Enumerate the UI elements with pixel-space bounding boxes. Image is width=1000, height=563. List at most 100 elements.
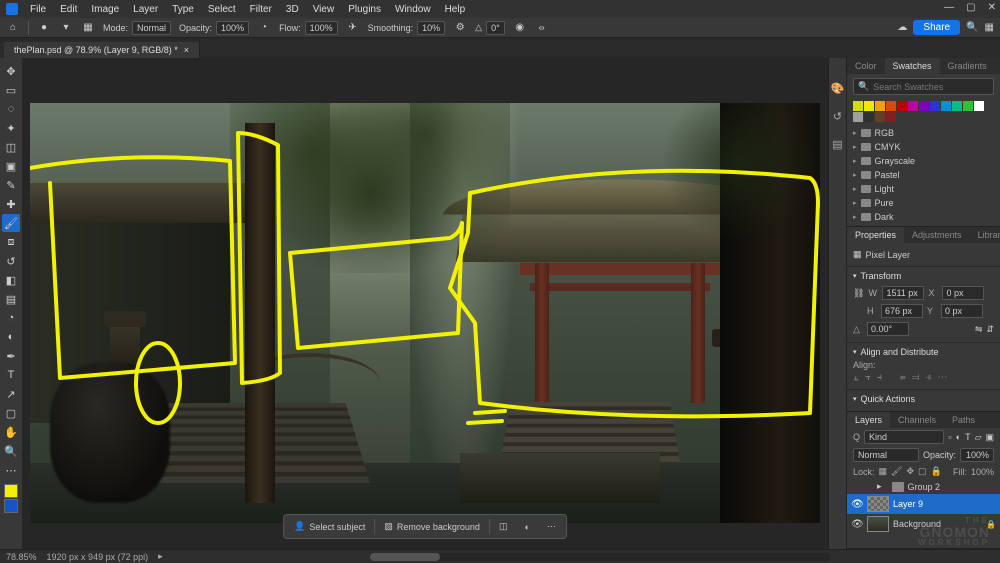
swatch-9[interactable] xyxy=(952,101,962,111)
tab-layers[interactable]: Layers xyxy=(847,412,890,428)
layer-row[interactable]: ▸ Group 2 xyxy=(847,479,1000,494)
swatch-11[interactable] xyxy=(974,101,984,111)
swatch-3[interactable] xyxy=(886,101,896,111)
swatch-12[interactable] xyxy=(853,112,863,122)
tool-stamp[interactable]: ⧈ xyxy=(2,233,20,251)
fill-value[interactable]: 100% xyxy=(971,467,994,477)
tab-swatches[interactable]: Swatches xyxy=(885,58,940,74)
layer-name[interactable]: Group 2 xyxy=(908,482,996,492)
swatch-4[interactable] xyxy=(897,101,907,111)
document-tab[interactable]: thePlan.psd @ 78.9% (Layer 9, RGB/8) * × xyxy=(4,42,200,58)
swatch-7[interactable] xyxy=(930,101,940,111)
transform-header[interactable]: Transform xyxy=(853,271,994,281)
tool-heal[interactable]: ✚ xyxy=(2,195,20,213)
symmetry-icon[interactable]: ⦵ xyxy=(535,21,549,35)
menu-layer[interactable]: Layer xyxy=(127,2,164,17)
tab-patterns[interactable]: Patterns xyxy=(995,58,1000,74)
window-maximize[interactable]: ▢ xyxy=(966,2,975,13)
layer-row[interactable]: 👁 Layer 9 xyxy=(847,494,1000,514)
menu-filter[interactable]: Filter xyxy=(244,2,278,17)
swatch-1[interactable] xyxy=(864,101,874,111)
swatch-folder-pure[interactable]: Pure xyxy=(847,196,1000,210)
quick-actions-header[interactable]: Quick Actions xyxy=(853,394,994,404)
layer-filter[interactable]: Kind xyxy=(864,430,944,444)
layer-name[interactable]: Layer 9 xyxy=(893,499,996,509)
more-icon[interactable]: ⋯ xyxy=(539,517,564,536)
tool-dodge[interactable]: ◐ xyxy=(2,328,20,346)
align-bottom-icon[interactable]: ⫣ xyxy=(925,372,931,383)
tool-pen[interactable]: ✒ xyxy=(2,347,20,365)
swatch-folder-pastel[interactable]: Pastel xyxy=(847,168,1000,182)
smoothing-gear-icon[interactable]: ⚙ xyxy=(453,21,467,35)
align-right-icon[interactable]: ⫞ xyxy=(877,372,882,383)
align-left-icon[interactable]: ⫠ xyxy=(853,372,859,383)
swatch-folder-grayscale[interactable]: Grayscale xyxy=(847,154,1000,168)
align-vcenter-icon[interactable]: ⫤ xyxy=(912,372,920,383)
swatch-14[interactable] xyxy=(875,112,885,122)
menu-edit[interactable]: Edit xyxy=(54,2,83,17)
foreground-color[interactable] xyxy=(4,484,18,498)
pressure-opacity-icon[interactable]: ◔ xyxy=(257,21,271,35)
transform-angle[interactable] xyxy=(867,322,909,336)
lock-all-icon[interactable]: 🔒 xyxy=(931,466,942,477)
tool-history[interactable]: ↺ xyxy=(2,252,20,270)
doc-dimensions[interactable]: 1920 px x 949 px (72 ppi) xyxy=(47,552,149,562)
menu-type[interactable]: Type xyxy=(166,2,200,17)
tab-gradients[interactable]: Gradients xyxy=(940,58,995,74)
window-minimize[interactable]: — xyxy=(944,2,954,13)
transform-x[interactable] xyxy=(942,286,984,300)
flip-v-icon[interactable]: ⇵ xyxy=(986,324,994,335)
visibility-icon[interactable]: 👁 xyxy=(851,519,863,530)
window-close[interactable]: ✕ xyxy=(988,2,996,13)
menu-file[interactable]: File xyxy=(24,2,52,17)
align-top-icon[interactable]: ⫢ xyxy=(900,372,906,383)
menu-3d[interactable]: 3D xyxy=(280,2,305,17)
layer-opacity[interactable]: 100% xyxy=(960,448,994,462)
tool-frame[interactable]: ▣ xyxy=(2,157,20,175)
swatch-13[interactable] xyxy=(864,112,874,122)
tool-eraser[interactable]: ◧ xyxy=(2,271,20,289)
canvas[interactable] xyxy=(30,103,820,523)
status-chevron-icon[interactable]: ▸ xyxy=(158,551,163,562)
brush-panel-icon[interactable]: ▦ xyxy=(81,21,95,35)
menu-help[interactable]: Help xyxy=(439,2,472,17)
tab-paths[interactable]: Paths xyxy=(944,412,983,428)
tool-path[interactable]: ↗ xyxy=(2,385,20,403)
brush-preset-icon[interactable]: ● xyxy=(37,21,51,35)
link-icon[interactable]: ⛓ xyxy=(853,288,864,299)
align-hcenter-icon[interactable]: ⫟ xyxy=(865,372,871,383)
horizontal-scrollbar[interactable] xyxy=(370,553,830,561)
visibility-icon[interactable]: 👁 xyxy=(851,499,863,510)
swatch-2[interactable] xyxy=(875,101,885,111)
tool-zoom[interactable]: 🔍 xyxy=(2,442,20,460)
tool-hand[interactable]: ✋ xyxy=(2,423,20,441)
tool-brush[interactable]: 🖌 xyxy=(2,214,20,232)
airbrush-icon[interactable]: ✈ xyxy=(346,21,360,35)
tool-shape[interactable]: ▢ xyxy=(2,404,20,422)
tool-marquee[interactable]: ▭ xyxy=(2,81,20,99)
menu-view[interactable]: View xyxy=(307,2,341,17)
tool-gradient[interactable]: ▤ xyxy=(2,290,20,308)
tab-properties[interactable]: Properties xyxy=(847,227,904,243)
filter-pixel-icon[interactable]: ▫ xyxy=(948,432,951,442)
select-subject-button[interactable]: 👤Select subject xyxy=(286,517,373,536)
share-button[interactable]: Share xyxy=(913,20,960,35)
menu-plugins[interactable]: Plugins xyxy=(342,2,387,17)
cloud-icon[interactable]: ☁ xyxy=(897,22,907,33)
flow-value[interactable]: 100% xyxy=(305,21,338,35)
pressure-size-icon[interactable]: ◉ xyxy=(513,21,527,35)
swatch-6[interactable] xyxy=(919,101,929,111)
filter-type-icon[interactable]: T xyxy=(965,432,971,442)
smoothing-value[interactable]: 10% xyxy=(417,21,445,35)
swatch-folder-dark[interactable]: Dark xyxy=(847,210,1000,224)
tool-edit-toolbar[interactable]: ⋯ xyxy=(2,461,20,479)
adjustments-icon[interactable]: ◐ xyxy=(516,518,537,536)
menu-select[interactable]: Select xyxy=(202,2,242,17)
zoom-level[interactable]: 78.85% xyxy=(6,552,37,562)
swatch-search[interactable]: 🔍Search Swatches xyxy=(853,78,994,95)
lock-pos-icon[interactable]: ✥ xyxy=(906,466,914,477)
history-panel-icon[interactable]: ↺ xyxy=(831,110,845,124)
swatch-8[interactable] xyxy=(941,101,951,111)
background-color[interactable] xyxy=(4,499,18,513)
tool-move[interactable]: ✥ xyxy=(2,62,20,80)
